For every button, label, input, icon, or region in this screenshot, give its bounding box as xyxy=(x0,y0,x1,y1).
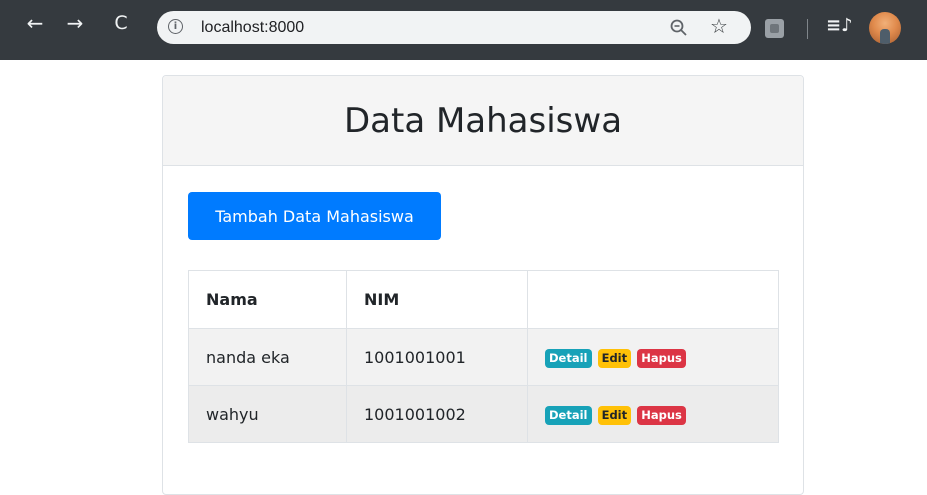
back-arrow-icon[interactable]: ← xyxy=(22,10,48,36)
student-table: Nama NIM nanda eka 1001001001 Detail Edi… xyxy=(188,270,779,443)
url-text[interactable]: localhost:8000 xyxy=(201,19,304,37)
edit-button[interactable]: Edit xyxy=(597,405,632,425)
table-row: nanda eka 1001001001 Detail Edit Hapus xyxy=(188,328,779,386)
header-nim: NIM xyxy=(346,270,528,329)
cell-actions: Detail Edit Hapus xyxy=(527,328,779,386)
media-control-icon[interactable]: ≡♪ xyxy=(826,15,853,36)
header-nama: Nama xyxy=(188,270,347,329)
delete-button[interactable]: Hapus xyxy=(637,348,686,368)
reload-icon[interactable]: C xyxy=(108,10,134,36)
bookmark-star-icon[interactable]: ☆ xyxy=(710,14,728,38)
cell-nama: nanda eka xyxy=(188,328,347,386)
forward-arrow-icon[interactable]: → xyxy=(62,10,88,36)
main-card: Data Mahasiswa Tambah Data Mahasiswa Nam… xyxy=(162,75,804,495)
profile-avatar[interactable] xyxy=(869,12,901,44)
detail-button[interactable]: Detail xyxy=(545,348,592,368)
browser-toolbar: ← → C i localhost:8000 ☆ ≡♪ xyxy=(0,0,927,60)
cell-nama: wahyu xyxy=(188,385,347,443)
zoom-out-icon[interactable] xyxy=(669,18,689,38)
cell-actions: Detail Edit Hapus xyxy=(527,385,779,443)
delete-button[interactable]: Hapus xyxy=(637,405,686,425)
cell-nim: 1001001002 xyxy=(346,385,528,443)
info-icon[interactable]: i xyxy=(168,19,183,34)
cell-nim: 1001001001 xyxy=(346,328,528,386)
extension-icon[interactable] xyxy=(765,19,784,38)
add-student-button[interactable]: Tambah Data Mahasiswa xyxy=(188,192,441,240)
address-bar[interactable]: i localhost:8000 ☆ xyxy=(157,11,751,44)
edit-button[interactable]: Edit xyxy=(597,348,632,368)
header-actions xyxy=(527,270,779,329)
card-header: Data Mahasiswa xyxy=(163,76,803,166)
table-row: wahyu 1001001002 Detail Edit Hapus xyxy=(188,385,779,443)
toolbar-divider xyxy=(807,19,808,39)
detail-button[interactable]: Detail xyxy=(545,405,592,425)
page-title: Data Mahasiswa xyxy=(343,100,623,141)
table-header-row: Nama NIM xyxy=(188,270,779,329)
